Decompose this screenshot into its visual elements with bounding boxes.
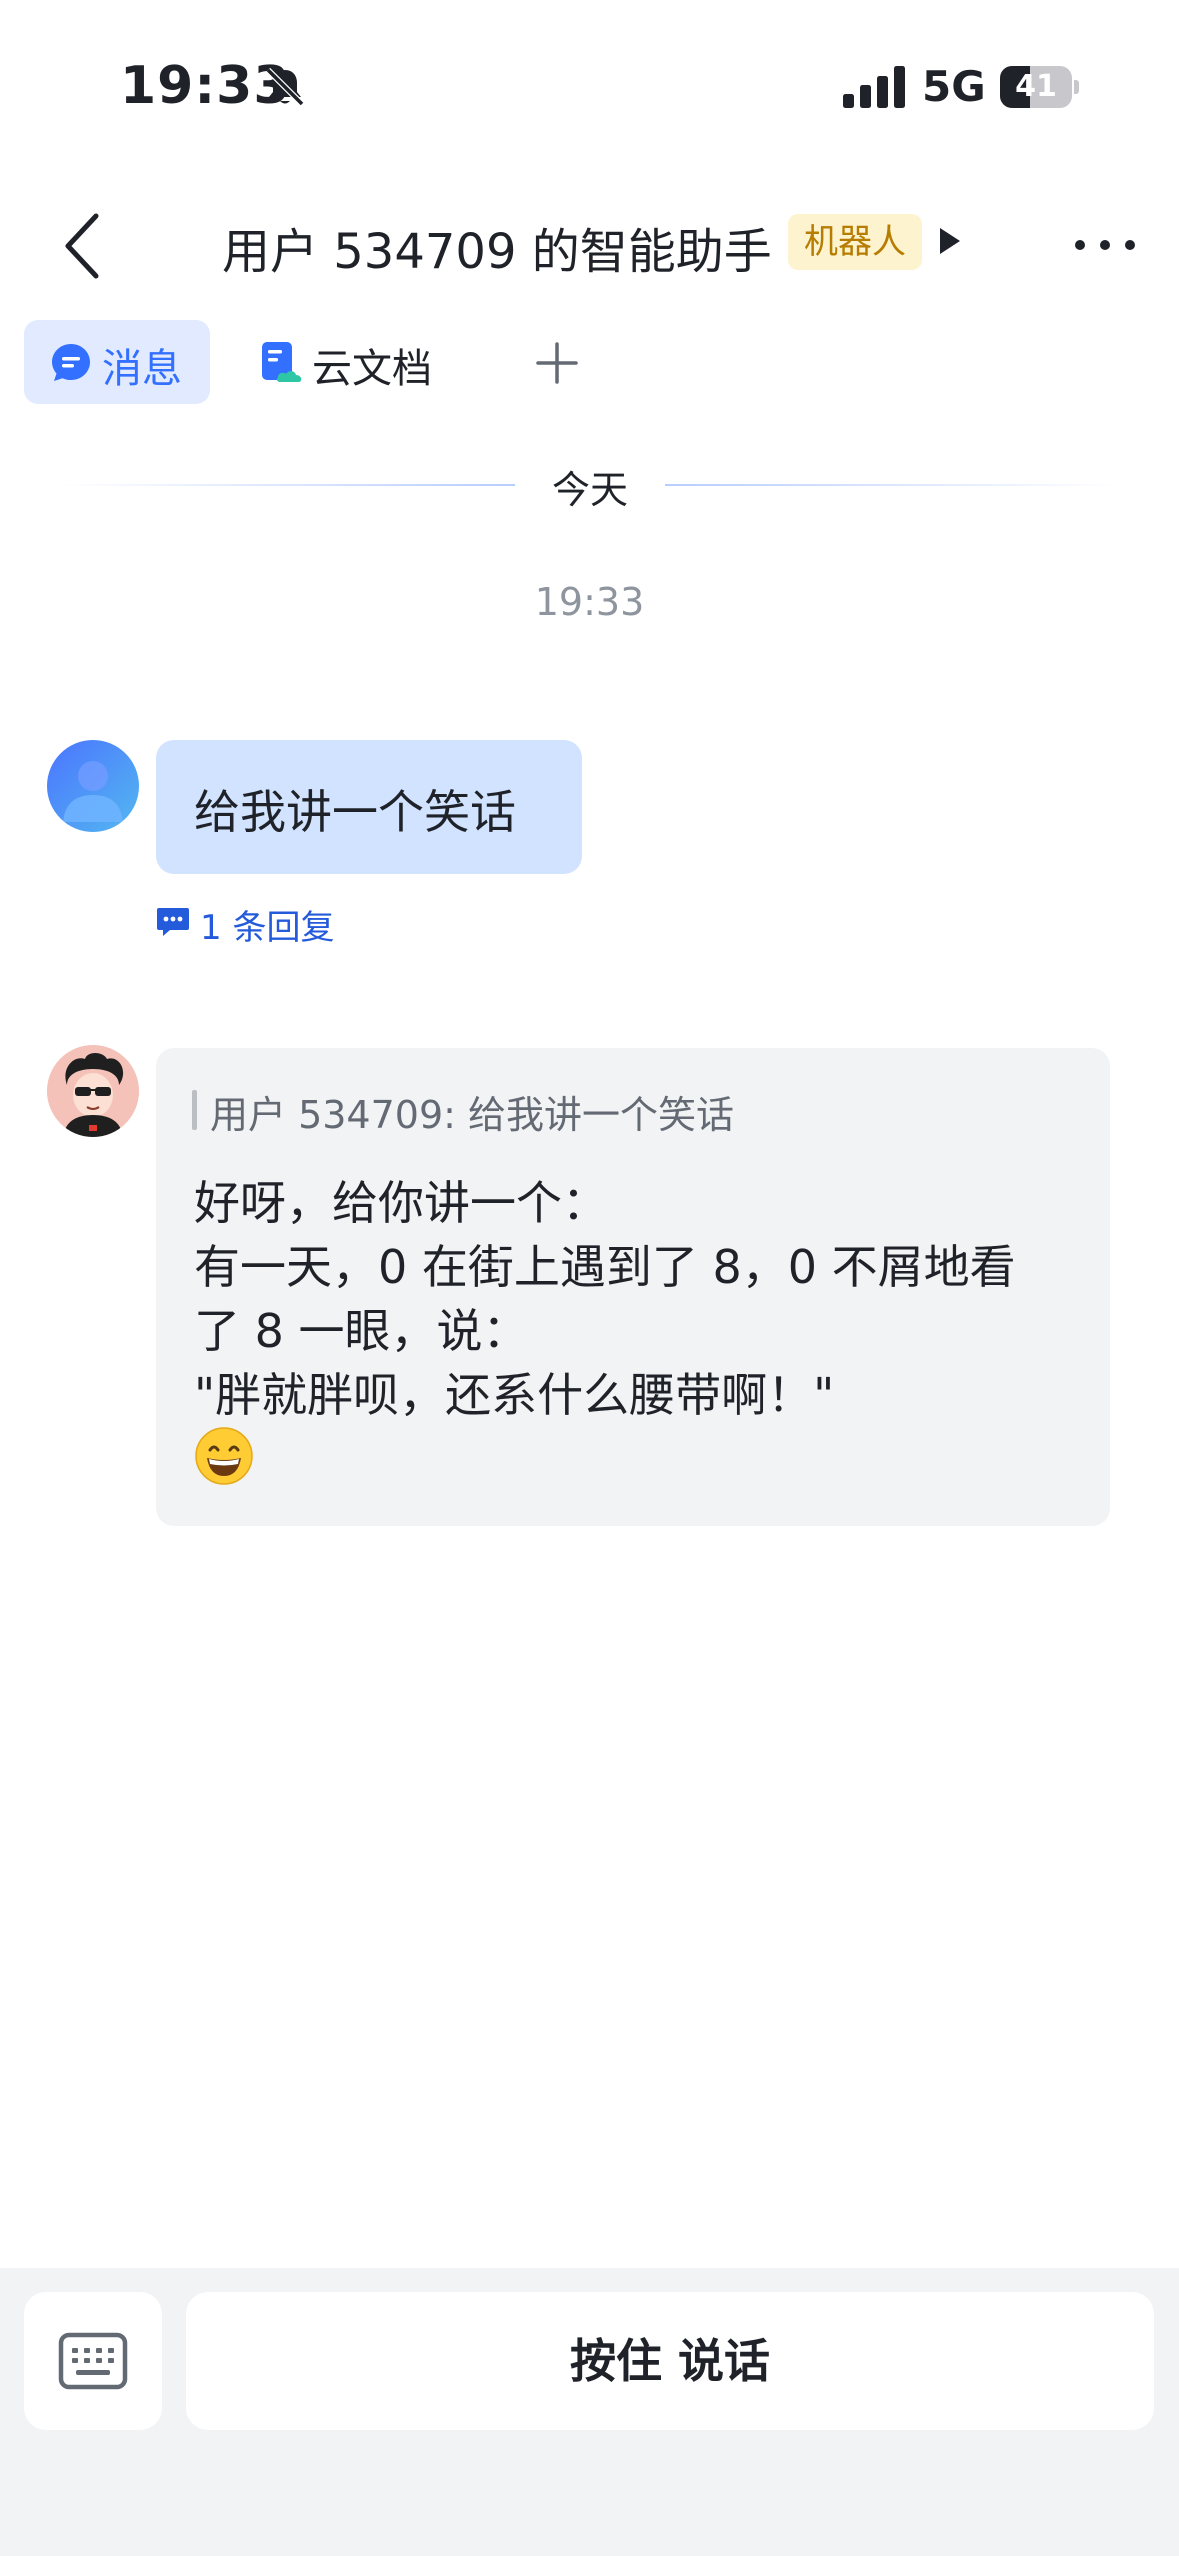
message-icon xyxy=(52,344,90,381)
play-icon[interactable] xyxy=(938,226,962,256)
chat-title[interactable]: 用户 534709 的智能助手 xyxy=(222,212,772,282)
user-avatar[interactable] xyxy=(47,740,139,832)
quoted-message[interactable]: 用户 534709: 给我讲一个笑话 xyxy=(210,1084,734,1139)
user-message-bubble[interactable]: 给我讲一个笑话 xyxy=(156,740,582,874)
date-label: 今天 xyxy=(551,468,628,512)
bot-message-line: 有一天，0 在街上遇到了 8，0 不屑地看 xyxy=(194,1240,1016,1294)
person-icon xyxy=(63,761,123,822)
more-icon[interactable] xyxy=(1070,220,1140,270)
user-message-text: 给我讲一个笑话 xyxy=(194,785,516,839)
quote-bar xyxy=(192,1090,197,1130)
signal-icon xyxy=(843,66,905,108)
date-divider: 今天 xyxy=(60,455,1120,515)
bot-message-line: 好呀，给你讲一个： xyxy=(194,1176,608,1230)
tab-messages-label: 消息 xyxy=(102,346,182,392)
grinning-face-icon xyxy=(195,1427,253,1485)
bot-tag: 机器人 xyxy=(788,214,922,270)
bot-message-line: "胖就胖呗，还系什么腰带啊！" xyxy=(194,1368,835,1422)
bot-message-line: 了 8 一眼，说： xyxy=(194,1304,529,1358)
status-bar: 19:33 5G 41 xyxy=(0,0,1179,170)
avatar-image xyxy=(47,1045,139,1137)
battery-percent: 41 xyxy=(1015,69,1057,104)
bot-avatar[interactable] xyxy=(47,1045,139,1137)
input-bar: 按住 说话 xyxy=(0,2268,1179,2556)
battery-indicator: 41 xyxy=(1000,66,1079,108)
chat-tabs: 消息 云文档 xyxy=(0,320,1179,410)
reply-count-text: 1 条回复 xyxy=(200,908,335,948)
bell-muted-icon xyxy=(265,67,305,107)
back-icon[interactable] xyxy=(52,206,122,286)
hold-to-talk-button[interactable]: 按住 说话 xyxy=(186,2292,1154,2430)
reply-icon xyxy=(157,908,189,936)
bot-message-bubble[interactable]: 用户 534709: 给我讲一个笑话 好呀，给你讲一个： 有一天，0 在街上遇到… xyxy=(156,1048,1110,1526)
tab-docs[interactable]: 云文档 xyxy=(250,320,450,404)
doc-icon xyxy=(262,342,302,382)
tab-messages[interactable]: 消息 xyxy=(24,320,210,404)
plus-icon[interactable] xyxy=(530,336,584,390)
message-timestamp: 19:33 xyxy=(534,580,645,624)
tab-docs-label: 云文档 xyxy=(312,346,432,392)
keyboard-button[interactable] xyxy=(24,2292,162,2430)
chat-header: 用户 534709 的智能助手 机器人 xyxy=(0,190,1179,300)
keyboard-icon xyxy=(58,2332,128,2390)
network-type: 5G xyxy=(922,62,986,111)
